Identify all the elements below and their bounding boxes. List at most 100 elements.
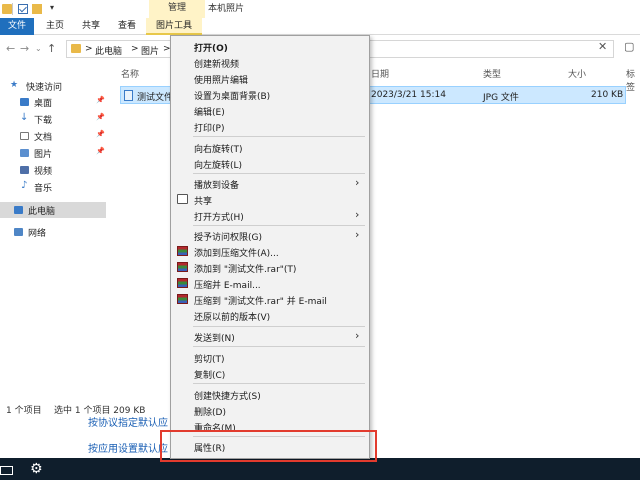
up-arrow-icon[interactable]: ↑: [47, 42, 56, 55]
menu-item-label: 播放到设备: [194, 181, 240, 191]
file-name: 测试文件: [137, 93, 174, 103]
menu-item-create-video[interactable]: 创建新视频: [171, 54, 369, 70]
properties-check-icon[interactable]: [18, 4, 28, 14]
menu-item-open-with[interactable]: 打开方式(H) ›: [171, 207, 369, 223]
menu-item-copy[interactable]: 复制(C): [171, 365, 369, 381]
sidebar-item-downloads[interactable]: ↓ 下载 📌: [0, 111, 106, 127]
menu-item-compress-to-rar-and-email[interactable]: 压缩到 "测试文件.rar" 并 E-mail: [171, 291, 369, 307]
menu-item-open[interactable]: 打开(O): [171, 38, 369, 54]
tab-file[interactable]: 文件: [0, 18, 34, 35]
menu-item-edit[interactable]: 编辑(E): [171, 102, 369, 118]
forward-arrow-icon[interactable]: →: [20, 42, 29, 55]
tab-picture-tools[interactable]: 图片工具: [146, 18, 202, 35]
chevron-right-icon: ›: [355, 329, 360, 342]
default-app-by-app-link[interactable]: 按应用设置默认应: [88, 440, 168, 455]
star-icon: ★: [10, 80, 19, 90]
context-menu: 打开(O) 创建新视频 使用照片编辑 设置为桌面背景(B) 编辑(E) 打印(P…: [170, 35, 370, 459]
chevron-right-icon: ›: [355, 176, 360, 189]
menu-item-delete[interactable]: 删除(D): [171, 402, 369, 418]
menu-item-label: 剪切(T): [194, 355, 225, 365]
recent-locations-chevron-icon[interactable]: ⌄: [35, 44, 42, 53]
sidebar-item-label: 图片: [34, 150, 53, 160]
menu-item-label: 向左旋转(L): [194, 161, 243, 171]
menu-item-label: 编辑(E): [194, 108, 225, 118]
sidebar-item-pictures[interactable]: 图片 📌: [0, 145, 106, 161]
menu-item-add-to-rar[interactable]: 添加到 "测试文件.rar"(T): [171, 259, 369, 275]
menu-item-rotate-left[interactable]: 向左旋转(L): [171, 155, 369, 171]
sidebar-item-label: 音乐: [34, 184, 53, 194]
network-icon: [14, 228, 23, 236]
manage-contextual-tab[interactable]: 管理: [149, 0, 205, 18]
menu-item-label: 压缩到 "测试文件.rar" 并 E-mail: [194, 297, 327, 307]
pin-icon[interactable]: 📌: [96, 113, 105, 121]
sidebar-item-music[interactable]: ♪ 音乐: [0, 179, 106, 195]
sidebar-item-quick-access[interactable]: ★ 快速访问: [0, 78, 106, 94]
quick-access-divider: [12, 3, 13, 15]
menu-separator: [193, 326, 365, 327]
sidebar-item-network[interactable]: 网络: [0, 224, 106, 240]
menu-item-restore-previous-versions[interactable]: 还原以前的版本(V): [171, 307, 369, 323]
menu-separator: [193, 346, 365, 347]
menu-item-label: 打开(O): [194, 44, 228, 54]
folder-icon: [2, 4, 12, 14]
breadcrumb-pictures[interactable]: 图片: [141, 44, 159, 57]
pin-icon[interactable]: 📌: [96, 130, 105, 138]
picture-icon: [20, 149, 29, 157]
tab-home[interactable]: 主页: [38, 18, 72, 35]
menu-separator: [193, 383, 365, 384]
column-header-date[interactable]: 日期: [371, 67, 389, 80]
properties-highlight-box: [160, 430, 377, 462]
column-header-tags[interactable]: 标签: [626, 67, 640, 93]
menu-item-cut[interactable]: 剪切(T): [171, 349, 369, 365]
title-bar: ▾ 管理 本机照片: [0, 0, 640, 18]
menu-item-set-desktop-background[interactable]: 设置为桌面背景(B): [171, 86, 369, 102]
folder-icon: [71, 44, 81, 53]
breadcrumb-sep: >: [85, 44, 93, 54]
breadcrumb-this-pc[interactable]: 此电脑: [95, 44, 122, 57]
tab-share[interactable]: 共享: [76, 18, 106, 35]
pin-icon[interactable]: 📌: [96, 147, 105, 155]
refresh-icon[interactable]: ▢: [624, 40, 634, 53]
file-size: 210 KB: [591, 90, 624, 100]
column-header-type[interactable]: 类型: [483, 67, 501, 80]
sidebar-item-documents[interactable]: 文档 📌: [0, 128, 106, 144]
menu-item-add-to-archive[interactable]: 添加到压缩文件(A)...: [171, 243, 369, 259]
menu-item-label: 还原以前的版本(V): [194, 313, 271, 323]
column-header-size[interactable]: 大小: [568, 67, 586, 80]
ribbon-tabs: 文件 主页 共享 查看 图片工具: [0, 18, 640, 35]
sidebar-item-videos[interactable]: 视频: [0, 162, 106, 178]
menu-item-label: 添加到 "测试文件.rar"(T): [194, 265, 297, 275]
sidebar-item-this-pc[interactable]: 此电脑: [0, 202, 106, 218]
winrar-icon: [177, 246, 188, 256]
menu-item-give-access-to[interactable]: 授予访问权限(G) ›: [171, 227, 369, 243]
menu-item-compress-and-email[interactable]: 压缩并 E-mail...: [171, 275, 369, 291]
sidebar-item-label: 视频: [34, 167, 53, 177]
sidebar-item-desktop[interactable]: 桌面 📌: [0, 94, 106, 110]
back-arrow-icon[interactable]: ←: [6, 42, 15, 55]
column-header-name[interactable]: 名称: [121, 67, 139, 80]
menu-item-send-to[interactable]: 发送到(N) ›: [171, 328, 369, 344]
menu-item-share[interactable]: 共享: [171, 191, 369, 207]
tab-view[interactable]: 查看: [112, 18, 142, 35]
winrar-icon: [177, 294, 188, 304]
desktop-icon: [20, 98, 29, 106]
close-icon[interactable]: ✕: [598, 40, 607, 53]
video-icon: [20, 166, 29, 174]
sidebar-item-label: 快速访问: [26, 83, 63, 93]
menu-item-label: 删除(D): [194, 408, 226, 418]
pin-icon[interactable]: 📌: [96, 96, 105, 104]
menu-item-edit-with-photos[interactable]: 使用照片编辑: [171, 70, 369, 86]
image-file-icon: [124, 90, 133, 101]
default-app-by-protocol-link[interactable]: 按协议指定默认应: [88, 414, 168, 429]
customize-toolbar-dropdown-icon[interactable]: ▾: [50, 3, 54, 12]
menu-item-cast-to-device[interactable]: 播放到设备 ›: [171, 175, 369, 191]
menu-item-create-shortcut[interactable]: 创建快捷方式(S): [171, 386, 369, 402]
new-folder-icon[interactable]: [32, 4, 42, 14]
menu-item-print[interactable]: 打印(P): [171, 118, 369, 134]
chevron-right-icon: ›: [355, 208, 360, 221]
gear-icon[interactable]: ⚙: [30, 461, 43, 477]
sidebar-item-label: 下载: [34, 116, 53, 126]
menu-item-rotate-right[interactable]: 向右旋转(T): [171, 139, 369, 155]
navigation-pane: ★ 快速访问 桌面 📌 ↓ 下载 📌 文档 📌 图片 📌 视频 ♪ 音乐 此电脑…: [0, 62, 106, 402]
mail-icon[interactable]: [0, 466, 13, 475]
